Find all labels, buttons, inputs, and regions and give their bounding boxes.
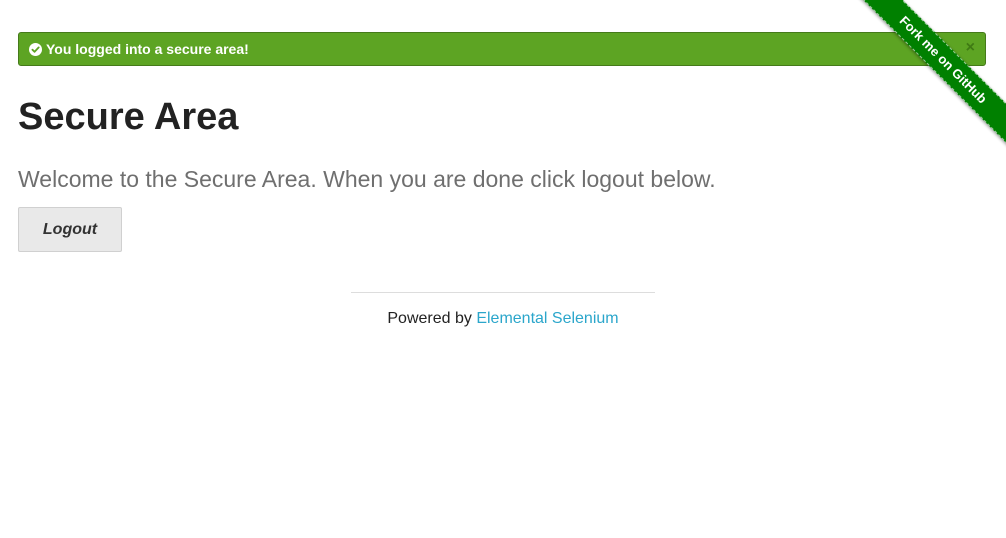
github-ribbon-container: Fork me on GitHub [856, 0, 1006, 150]
logout-button-label: Logout [42, 220, 98, 238]
check-circle-icon [29, 42, 42, 56]
logout-button[interactable]: Logout [18, 207, 122, 252]
elemental-selenium-link[interactable]: Elemental Selenium [476, 310, 618, 327]
footer-prefix: Powered by [387, 310, 477, 327]
footer-divider [351, 292, 655, 293]
fork-me-github-ribbon[interactable]: Fork me on GitHub [856, 0, 1006, 150]
page-subheader: Welcome to the Secure Area. When you are… [18, 166, 716, 192]
flash-success-message: You logged into a secure area! × [18, 32, 986, 66]
flash-message-text: You logged into a secure area! [46, 41, 249, 57]
footer: Powered by Elemental Selenium [0, 310, 1006, 328]
page-title: Secure Area [18, 96, 239, 138]
